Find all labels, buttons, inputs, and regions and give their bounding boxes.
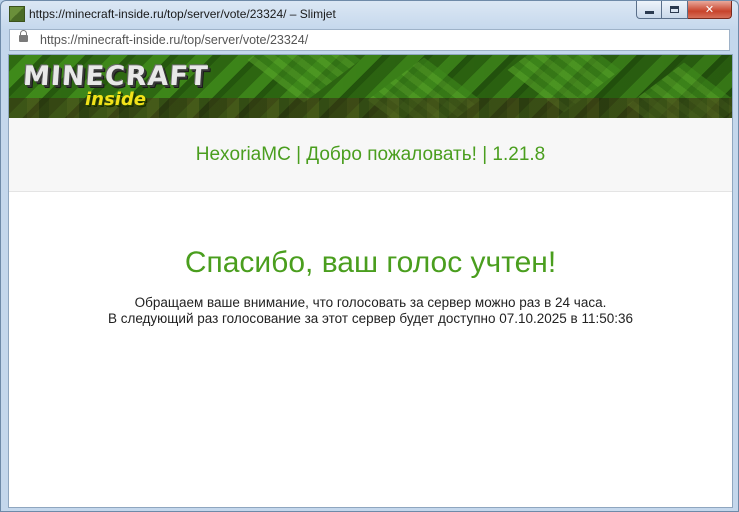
window-controls: ✕	[636, 1, 732, 21]
grass-block-decor	[247, 55, 361, 103]
logo-main-text: MINECRAFT	[21, 61, 210, 92]
vote-success-heading: Спасибо, ваш голос учтен!	[184, 246, 557, 279]
grass-block-decor	[627, 62, 732, 118]
slimjet-app-icon	[9, 6, 25, 22]
server-title: HexoriaMC | Добро пожаловать! | 1.21.8	[195, 143, 546, 165]
close-icon: ✕	[704, 4, 715, 16]
maximize-button[interactable]	[662, 1, 688, 19]
url-text[interactable]: https://minecraft-inside.ru/top/server/v…	[40, 33, 308, 47]
vote-notice: Обращаем ваше внимание, что голосовать з…	[9, 295, 732, 327]
grass-block-decor	[507, 55, 621, 113]
logo-sub-text: inside	[85, 89, 146, 110]
site-logo[interactable]: MINECRAFT inside	[21, 61, 210, 110]
address-bar[interactable]: https://minecraft-inside.ru/top/server/v…	[9, 29, 730, 51]
server-header: HexoriaMC | Добро пожаловать! | 1.21.8	[9, 118, 732, 192]
grass-block-decor	[367, 57, 481, 118]
maximize-icon	[670, 6, 679, 13]
lock-icon	[19, 30, 28, 42]
page-viewport: MINECRAFT inside HexoriaMC | Добро пожал…	[8, 54, 733, 508]
title-bar[interactable]: https://minecraft-inside.ru/top/server/v…	[1, 1, 738, 27]
browser-window: https://minecraft-inside.ru/top/server/v…	[0, 0, 739, 512]
minimize-icon	[644, 10, 654, 14]
close-button[interactable]: ✕	[688, 1, 732, 19]
notice-line-2: В следующий раз голосование за этот серв…	[107, 311, 634, 326]
window-title: https://minecraft-inside.ru/top/server/v…	[29, 7, 336, 21]
minimize-button[interactable]	[636, 1, 662, 19]
site-banner: MINECRAFT inside	[9, 55, 732, 118]
notice-line-1: Обращаем ваше внимание, что голосовать з…	[134, 295, 607, 310]
